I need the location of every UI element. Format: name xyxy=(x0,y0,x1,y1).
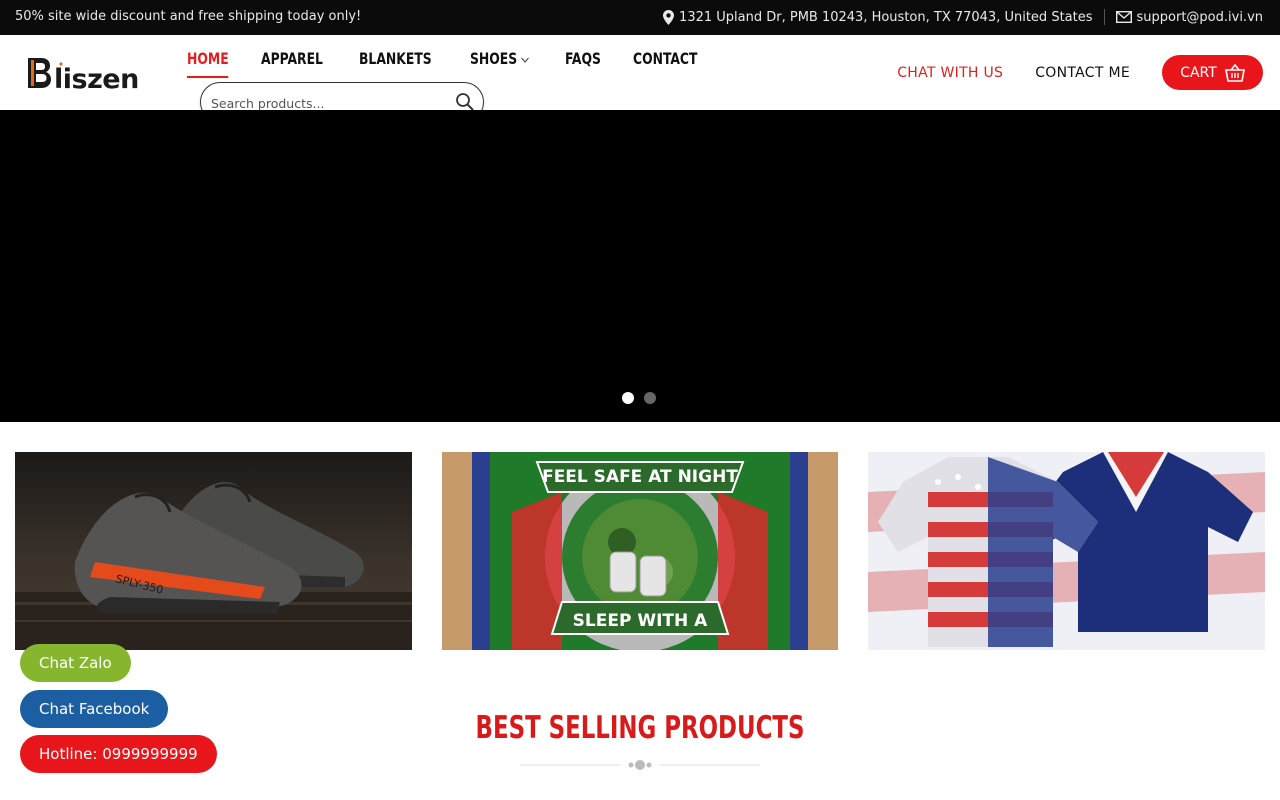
contact-me-link[interactable]: CONTACT ME xyxy=(1035,65,1130,81)
slider-dots xyxy=(622,392,666,404)
location-pin-icon xyxy=(663,9,675,25)
nav-home[interactable]: HOME xyxy=(187,49,229,78)
nav-contact[interactable]: CONTACT xyxy=(633,49,697,78)
chat-zalo-button[interactable]: Chat Zalo xyxy=(20,644,131,682)
cart-label: CART xyxy=(1180,64,1217,81)
divider xyxy=(1103,9,1105,25)
nav-shoes-label: SHOES xyxy=(469,49,518,68)
site-logo[interactable]: liszen xyxy=(25,55,150,95)
tshirts-image xyxy=(868,452,1265,650)
blanket-caption-top: FEEL SAFE AT NIGHT xyxy=(542,467,738,487)
address-text: 1321 Upland Dr, PMB 10243, Houston, TX 7… xyxy=(679,9,1093,25)
cart-button[interactable]: CART xyxy=(1162,55,1263,90)
nav-blankets[interactable]: BLANKETS xyxy=(359,49,432,78)
address: 1321 Upland Dr, PMB 10243, Houston, TX 7… xyxy=(663,9,1093,25)
nav-apparel[interactable]: APPAREL xyxy=(261,49,323,78)
blanket-image: FEEL SAFE AT NIGHT SLEEP WITH A xyxy=(442,452,838,650)
logo-mark: liszen xyxy=(28,58,139,95)
site-header: liszen HOME APPAREL BLANKETS SHOES FAQS … xyxy=(0,35,1280,122)
nav-shoes[interactable]: SHOES xyxy=(470,49,529,78)
header-actions: CHAT WITH US CONTACT ME CART xyxy=(897,55,1263,90)
promo-text: 50% site wide discount and free shipping… xyxy=(15,9,362,24)
search-icon[interactable] xyxy=(455,92,475,112)
hero-slider[interactable] xyxy=(0,110,1280,422)
slider-dot-1[interactable] xyxy=(622,392,634,404)
best-selling-heading: BEST SELLING PRODUCTS xyxy=(475,710,805,746)
basket-icon xyxy=(1224,63,1245,82)
chat-with-us-link[interactable]: CHAT WITH US xyxy=(897,65,1003,81)
top-bar: 50% site wide discount and free shipping… xyxy=(0,0,1280,35)
email-text: support@pod.ivi.vn xyxy=(1136,9,1263,25)
nav-faqs[interactable]: FAQS xyxy=(565,49,601,78)
shoes-tile[interactable]: SPLY-350 xyxy=(15,452,412,650)
section-divider xyxy=(520,760,760,770)
blanket-tile[interactable]: FEEL SAFE AT NIGHT SLEEP WITH A xyxy=(442,452,838,650)
envelope-icon xyxy=(1115,10,1132,24)
top-bar-contact: 1321 Upland Dr, PMB 10243, Houston, TX 7… xyxy=(663,9,1263,25)
email-link[interactable]: support@pod.ivi.vn xyxy=(1115,9,1263,25)
sneakers-image: SPLY-350 xyxy=(15,482,412,650)
slider-dot-2[interactable] xyxy=(644,392,656,404)
svg-text:liszen: liszen xyxy=(54,64,139,95)
main-nav: HOME APPAREL BLANKETS SHOES FAQS CONTACT xyxy=(187,49,734,78)
apparel-tile[interactable] xyxy=(868,452,1265,650)
blanket-caption-bottom: SLEEP WITH A xyxy=(573,611,708,631)
chevron-down-icon xyxy=(521,57,530,63)
